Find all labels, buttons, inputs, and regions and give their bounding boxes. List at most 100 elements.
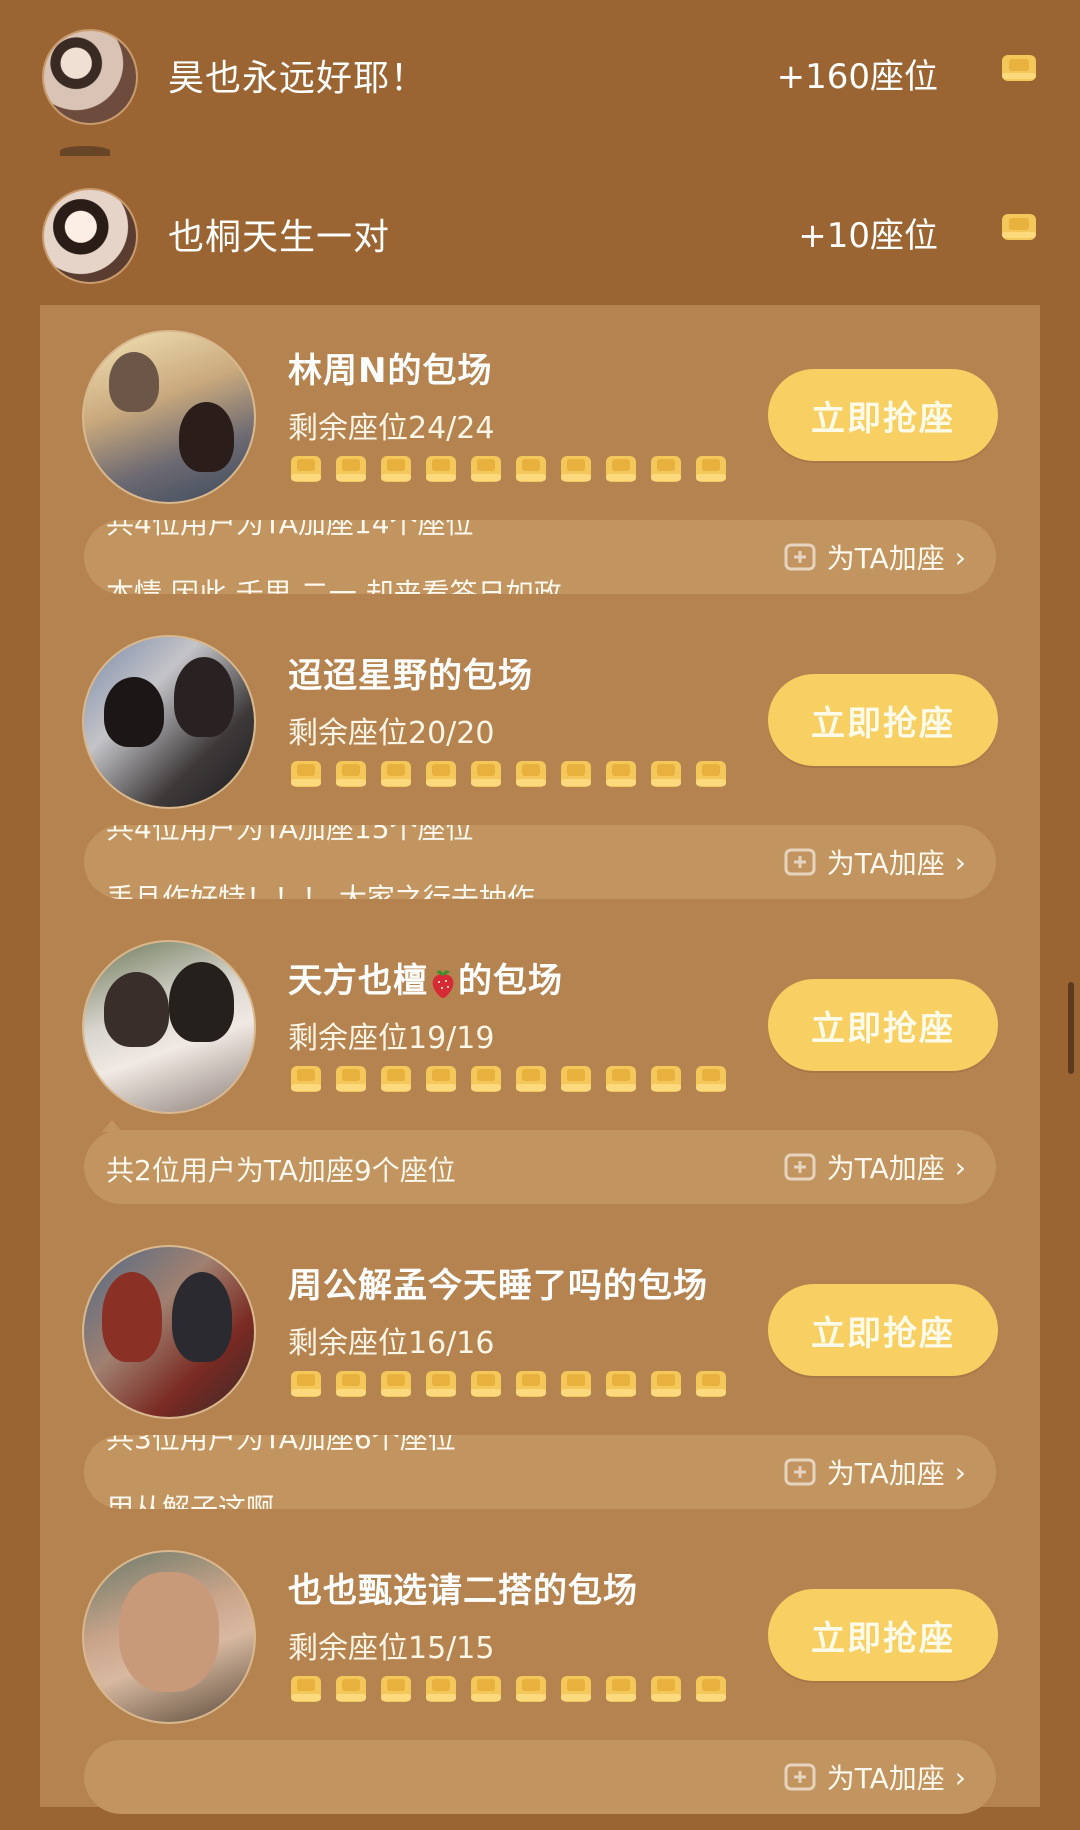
screening-title: 林周N的包场	[288, 351, 493, 391]
screening-title: 天方也檀 的包场	[288, 953, 563, 1002]
add-seat-link[interactable]: 为TA加座 ›	[783, 1147, 966, 1187]
seat-icon	[515, 1673, 547, 1705]
remaining-seats: 剩余座位15/15	[288, 1631, 495, 1666]
rank-row-1[interactable]: 昊也永远好耶！ +160座位	[0, 15, 1080, 125]
seat-icon	[695, 1673, 727, 1705]
seat-icon	[290, 1063, 322, 1095]
screening-title: 也也甄选请二搭的包场	[288, 1571, 638, 1611]
seat-icon	[515, 758, 547, 790]
seat-icon	[335, 453, 367, 485]
avatar[interactable]	[82, 940, 256, 1114]
add-seat-icon	[784, 1763, 816, 1791]
seat-icon	[515, 453, 547, 485]
screening-card: 也也甄选请二搭的包场 剩余座位15/15 立即抢座 为TA加座 ›	[40, 1525, 1040, 1830]
seat-icon	[425, 758, 457, 790]
remaining-seats: 剩余座位16/16	[288, 1326, 495, 1361]
seat-icon	[650, 453, 682, 485]
seat-icon	[470, 758, 502, 790]
strawberry-icon	[432, 969, 454, 998]
rank-row-2[interactable]: 也桐天生一对 +10座位	[0, 174, 1080, 284]
add-seat-link[interactable]: 为TA加座 ›	[783, 1757, 966, 1797]
seat-icon	[515, 1368, 547, 1400]
seat-icon	[650, 1368, 682, 1400]
avatar[interactable]	[82, 330, 256, 504]
user-name: 昊也永远好耶！	[168, 58, 428, 99]
grab-seat-button[interactable]: 立即抢座	[768, 369, 998, 461]
screening-card: 林周N的包场 剩余座位24/24 立即抢座 共4位用户为TA加座14个座位 本情…	[40, 305, 1040, 610]
sofa-icon	[1002, 214, 1036, 240]
seat-row	[290, 1368, 727, 1400]
seat-icon	[425, 1673, 457, 1705]
screening-card: 周公解孟今天睡了吗的包场 剩余座位16/16 立即抢座 共3位用户为TA加座6个…	[40, 1220, 1040, 1525]
add-seat-icon	[784, 543, 816, 571]
grab-seat-button[interactable]: 立即抢座	[768, 674, 998, 766]
sofa-icon	[1002, 55, 1036, 81]
avatar[interactable]	[82, 1245, 256, 1419]
info-bar: 共2位用户为TA加座9个座位 为TA加座 ›	[84, 1130, 996, 1204]
user-name: 也桐天生一对	[168, 217, 391, 258]
add-seat-link[interactable]: 为TA加座 ›	[783, 537, 966, 577]
seat-icon	[425, 453, 457, 485]
seat-row	[290, 758, 727, 790]
seat-icon	[560, 453, 592, 485]
seat-icon	[290, 453, 322, 485]
info-ticker-text: 丢且作好特！！！ 大家之行去抽作	[106, 882, 535, 899]
info-ticker-text: 共4位用户为TA加座15个座位	[106, 825, 474, 845]
add-seat-label: 为TA加座	[826, 542, 945, 575]
screening-title: 迢迢星野的包场	[288, 656, 533, 696]
avatar[interactable]	[82, 1550, 256, 1724]
seat-icon	[335, 1063, 367, 1095]
seat-icon	[605, 1368, 637, 1400]
info-ticker-text: 用从解子这啊	[106, 1492, 275, 1509]
info-ticker-text: 共4位用户为TA加座14个座位	[106, 520, 474, 540]
seat-icon	[560, 1368, 592, 1400]
seat-icon	[425, 1063, 457, 1095]
add-seat-label: 为TA加座	[826, 1152, 945, 1185]
seat-icon	[650, 1673, 682, 1705]
seat-icon	[290, 1368, 322, 1400]
info-bar: 共4位用户为TA加座15个座位 丢且作好特！！！ 大家之行去抽作 为TA加座 ›	[84, 825, 996, 899]
chevron-right-icon: ›	[954, 1455, 966, 1489]
seat-icon	[695, 1368, 727, 1400]
seat-points: +160座位	[776, 57, 938, 97]
grab-seat-button[interactable]: 立即抢座	[768, 1284, 998, 1376]
seat-icon	[605, 1673, 637, 1705]
seat-icon	[380, 1063, 412, 1095]
grab-seat-button[interactable]: 立即抢座	[768, 979, 998, 1071]
seat-icon	[560, 1673, 592, 1705]
screening-card: 迢迢星野的包场 剩余座位20/20 立即抢座 共4位用户为TA加座15个座位 丢…	[40, 610, 1040, 915]
seat-icon	[380, 1673, 412, 1705]
grab-seat-button[interactable]: 立即抢座	[768, 1589, 998, 1681]
add-seat-label: 为TA加座	[826, 1762, 945, 1795]
seat-icon	[335, 1368, 367, 1400]
add-seat-icon	[784, 1153, 816, 1181]
seat-icon	[695, 1063, 727, 1095]
scrollbar[interactable]	[1068, 982, 1074, 1074]
chevron-right-icon: ›	[954, 1760, 966, 1794]
seat-icon	[605, 453, 637, 485]
add-seat-label: 为TA加座	[826, 847, 945, 880]
remaining-seats: 剩余座位20/20	[288, 716, 495, 751]
add-seat-link[interactable]: 为TA加座 ›	[783, 842, 966, 882]
info-bar: 为TA加座 ›	[84, 1740, 996, 1814]
seat-row	[290, 1673, 727, 1705]
seat-icon	[650, 758, 682, 790]
avatar	[42, 188, 138, 284]
seat-icon	[380, 453, 412, 485]
seat-icon	[560, 1063, 592, 1095]
seat-icon	[470, 1368, 502, 1400]
remaining-seats: 剩余座位24/24	[288, 411, 495, 446]
seat-row	[290, 453, 727, 485]
avatar[interactable]	[82, 635, 256, 809]
add-seat-icon	[784, 1458, 816, 1486]
avatar	[42, 29, 138, 125]
info-ticker-text: 本情 因此 千里 二一 却来看答日如政	[106, 577, 562, 594]
seat-icon	[560, 758, 592, 790]
add-seat-link[interactable]: 为TA加座 ›	[783, 1452, 966, 1492]
chevron-right-icon: ›	[954, 1150, 966, 1184]
seat-icon	[470, 1673, 502, 1705]
seat-icon	[290, 1673, 322, 1705]
chevron-right-icon: ›	[954, 845, 966, 879]
seat-icon	[695, 758, 727, 790]
seat-row	[290, 1063, 727, 1095]
